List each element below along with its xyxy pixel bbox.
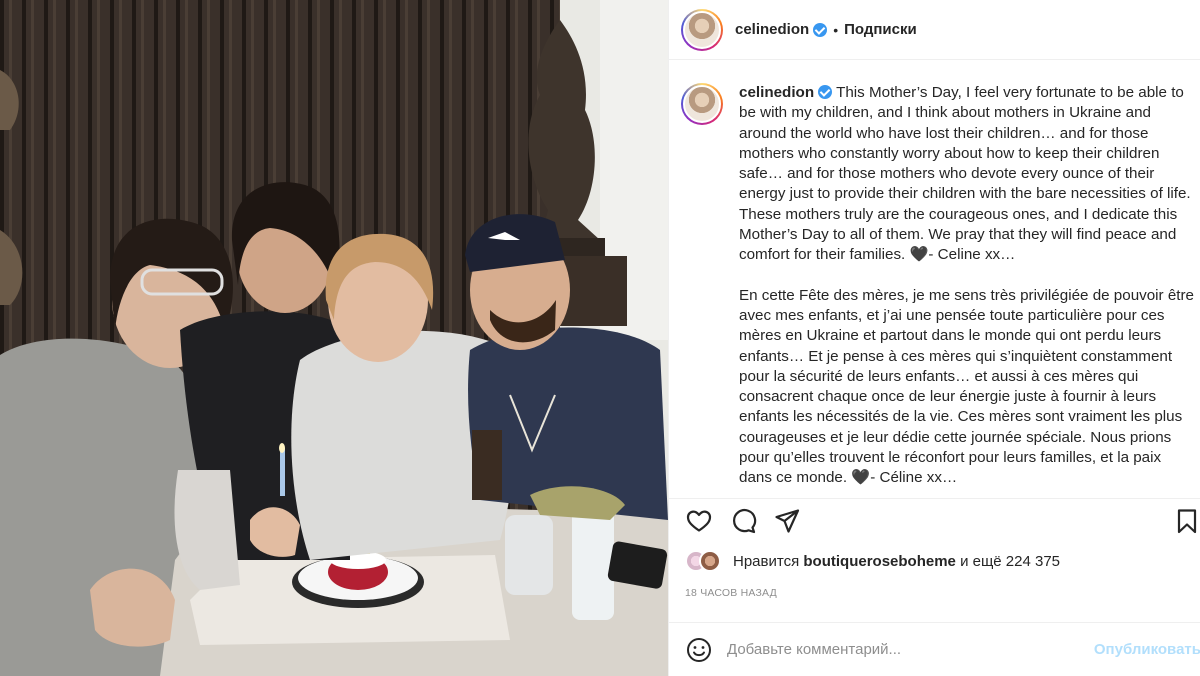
- author-username[interactable]: celinedion: [735, 21, 809, 38]
- author-avatar[interactable]: [681, 8, 723, 51]
- caption-row: celinedion This Mother’s Day, I feel ver…: [681, 83, 1200, 489]
- likes-summary: Нравится boutiqueroseboheme и ещё 224 37…: [685, 549, 1060, 573]
- family-photo-illustration: [0, 0, 668, 676]
- heart-icon[interactable]: [685, 507, 713, 535]
- bookmark-icon[interactable]: [1173, 507, 1200, 535]
- following-button[interactable]: Подписки: [844, 21, 917, 38]
- emoji-icon[interactable]: [685, 636, 713, 664]
- caption-english-text: This Mother’s Day, I feel very fortunate…: [739, 84, 1191, 264]
- liker-avatar: [699, 550, 721, 572]
- post-timestamp[interactable]: 18 ЧАСОВ НАЗАД: [685, 587, 777, 599]
- action-bar: [669, 498, 1200, 540]
- likes-prefix: Нравится: [733, 552, 800, 570]
- author-avatar-image: [683, 10, 721, 49]
- verified-badge-icon: [813, 22, 828, 37]
- caption-username[interactable]: celinedion: [739, 84, 814, 101]
- caption-english-paragraph: celinedion This Mother’s Day, I feel ver…: [739, 83, 1195, 266]
- post-header: celinedion • Подписки: [669, 0, 1200, 60]
- likes-count[interactable]: и ещё 224 375: [960, 553, 1060, 570]
- liker-username[interactable]: boutiqueroseboheme: [803, 553, 956, 570]
- liker-avatars[interactable]: [685, 549, 725, 573]
- caption-french-paragraph: En cette Fête des mères, je me sens très…: [739, 286, 1195, 487]
- post-photo[interactable]: [0, 0, 668, 676]
- comment-icon[interactable]: [729, 507, 757, 535]
- header-separator: •: [833, 21, 839, 38]
- post-side-panel: celinedion • Подписки celinedion This Mo…: [668, 0, 1200, 676]
- share-icon[interactable]: [773, 507, 801, 535]
- caption-author-avatar-image: [683, 85, 721, 123]
- caption-scroll-area[interactable]: celinedion This Mother’s Day, I feel ver…: [669, 61, 1200, 497]
- publish-button[interactable]: Опубликовать: [1094, 641, 1200, 658]
- caption-verified-badge-icon: [818, 85, 833, 99]
- caption-text: celinedion This Mother’s Day, I feel ver…: [739, 83, 1195, 489]
- caption-author-avatar[interactable]: [681, 83, 723, 125]
- comment-bar: Опубликовать: [669, 622, 1200, 676]
- comment-input[interactable]: [727, 641, 1094, 658]
